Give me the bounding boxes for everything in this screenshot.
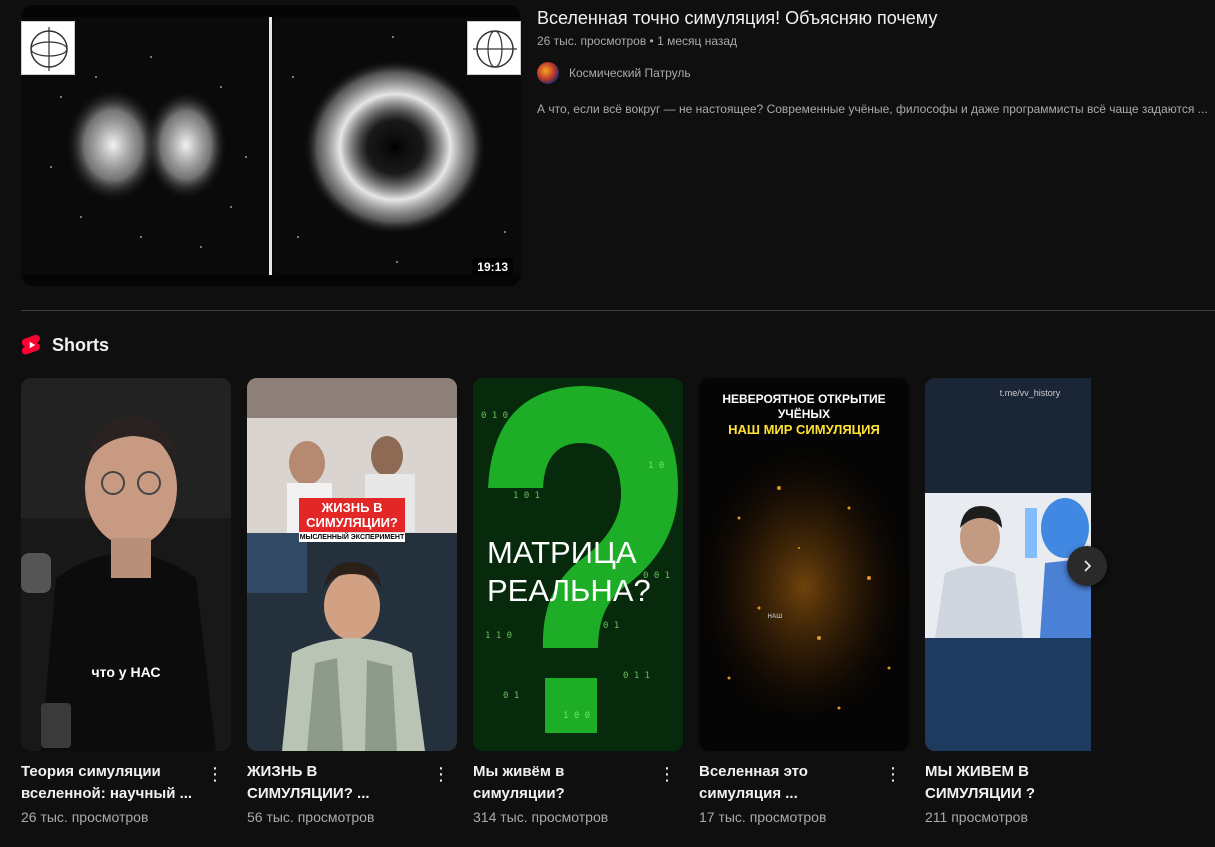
svg-text:1 0 1: 1 0 1: [513, 491, 540, 501]
chevron-right-icon: [1084, 560, 1092, 572]
video-title[interactable]: Вселенная точно симуляция! Объясняю поче…: [537, 5, 1209, 31]
svg-text:1 0 0: 1 0 0: [563, 711, 590, 721]
shorts-shelf: что у НАС Теория симуляции вселенной: на…: [21, 378, 1215, 838]
svg-text:0 1: 0 1: [603, 621, 619, 631]
short-title[interactable]: Мы живём в симуляции?: [473, 761, 649, 805]
short-overlay-small: НАШ: [767, 614, 783, 620]
more-vert-icon[interactable]: ⋮: [883, 764, 903, 784]
short-overlay-text: что у НАС: [91, 664, 161, 680]
svg-text:0 1 1: 0 1 1: [623, 671, 650, 681]
more-vert-icon[interactable]: ⋮: [657, 764, 677, 784]
svg-text:1 1 0: 1 1 0: [485, 631, 512, 641]
short-views: 17 тыс. просмотров: [699, 809, 827, 825]
channel-avatar[interactable]: [537, 62, 559, 84]
short-title[interactable]: Теория симуляции вселенной: научный ...: [21, 761, 197, 805]
short-views: 56 тыс. просмотров: [247, 809, 375, 825]
svg-text:1 0: 1 0: [648, 461, 664, 471]
short-overlay-text: НЕВЕРОЯТНОЕ ОТКРЫТИЕ УЧЁНЫХ: [722, 392, 886, 421]
short-thumbnail[interactable]: 0 1 01 0 10 1 1 1 1 00 0 11 0 0 0 11 00 …: [473, 378, 683, 751]
gyroscope-logo-right: [467, 21, 521, 75]
video-result[interactable]: 19:13 Вселенная точно симуляция! Объясня…: [21, 5, 1215, 286]
short-overlay-subtext: МЫСЛЕННЫЙ ЭКСПЕРИМЕНТ: [299, 533, 405, 542]
short-views: 211 просмотров: [925, 809, 1028, 825]
short-item[interactable]: НЕВЕРОЯТНОЕ ОТКРЫТИЕ УЧЁНЫХ НАШ МИР СИМУ…: [699, 378, 909, 825]
shorts-icon: [22, 334, 40, 355]
short-title[interactable]: Вселенная это симуляция ...: [699, 761, 875, 805]
short-views: 26 тыс. просмотров: [21, 809, 149, 825]
short-thumbnail[interactable]: что у НАС: [21, 378, 231, 751]
short-item[interactable]: t.me/vv_history МЫ ЖИВЕМ В СИМУЛЯЦИИ ? 2…: [925, 378, 1091, 825]
thumbnail-divider: [269, 17, 272, 275]
video-description: А что, если всё вокруг — не настоящее? С…: [537, 102, 1208, 116]
short-overlay-text: МАТРИЦА РЕАЛЬНА?: [487, 535, 651, 608]
channel-name[interactable]: Космический Патруль: [569, 66, 691, 80]
svg-text:0 1 0: 0 1 0: [481, 411, 508, 421]
more-vert-icon[interactable]: ⋮: [205, 764, 225, 784]
video-duration: 19:13: [472, 258, 513, 276]
short-item[interactable]: что у НАС Теория симуляции вселенной: на…: [21, 378, 231, 825]
more-vert-icon[interactable]: ⋮: [431, 764, 451, 784]
section-divider: [21, 310, 1215, 311]
svg-text:0 1: 0 1: [503, 691, 519, 701]
shorts-header: Shorts: [22, 334, 109, 356]
short-overlay-headline: НЕВЕРОЯТНОЕ ОТКРЫТИЕ УЧЁНЫХ НАШ МИР СИМУ…: [699, 392, 909, 437]
shorts-next-button[interactable]: [1067, 546, 1107, 586]
short-thumbnail-art: [21, 378, 231, 751]
video-meta: Вселенная точно симуляция! Объясняю поче…: [537, 5, 1209, 116]
short-title[interactable]: МЫ ЖИВЕМ В СИМУЛЯЦИИ ?: [925, 761, 1101, 805]
channel-link[interactable]: Космический Патруль: [537, 62, 1209, 84]
gyroscope-logo-left: [21, 21, 75, 75]
short-views: 314 тыс. просмотров: [473, 809, 609, 825]
short-overlay-subtext: НАШ МИР СИМУЛЯЦИЯ: [728, 422, 880, 437]
short-overlay-text: ЖИЗНЬ В СИМУЛЯЦИИ?: [306, 500, 398, 530]
short-thumbnail[interactable]: НЕВЕРОЯТНОЕ ОТКРЫТИЕ УЧЁНЫХ НАШ МИР СИМУ…: [699, 378, 909, 751]
shorts-heading: Shorts: [52, 334, 110, 355]
short-thumbnail-art: [247, 378, 457, 751]
video-stats: 26 тыс. просмотров • 1 месяц назад: [537, 34, 738, 48]
video-thumbnail[interactable]: 19:13: [21, 5, 521, 286]
short-thumbnail[interactable]: ЖИЗНЬ В СИМУЛЯЦИИ? МЫСЛЕННЫЙ ЭКСПЕРИМЕНТ: [247, 378, 457, 751]
short-title[interactable]: ЖИЗНЬ В СИМУЛЯЦИИ? ...: [247, 761, 423, 805]
short-overlay-text: t.me/vv_history: [999, 388, 1061, 398]
short-item[interactable]: 0 1 01 0 10 1 1 1 1 00 0 11 0 0 0 11 00 …: [473, 378, 683, 825]
short-item[interactable]: ЖИЗНЬ В СИМУЛЯЦИИ? МЫСЛЕННЫЙ ЭКСПЕРИМЕНТ…: [247, 378, 457, 825]
short-overlay-banner: ЖИЗНЬ В СИМУЛЯЦИИ?: [299, 498, 405, 532]
